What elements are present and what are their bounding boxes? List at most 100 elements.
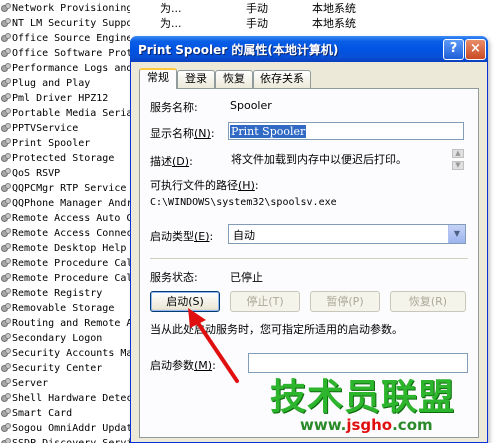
tab-general[interactable]: 常规 bbox=[139, 68, 177, 89]
service-startup-type: 手动 bbox=[246, 17, 268, 30]
service-name: Shell Hardware Detecti bbox=[12, 393, 130, 404]
start-params-label: 启动参数(M): bbox=[150, 359, 216, 372]
path-label: 可执行文件的路径(H): bbox=[150, 179, 259, 192]
gear-icon bbox=[1, 138, 11, 148]
service-name: Server bbox=[12, 378, 49, 389]
gear-icon bbox=[1, 273, 11, 283]
startup-type-label: 启动类型(E): bbox=[150, 230, 214, 243]
description-field[interactable]: 将文件加载到内存中以便迟后打印。 bbox=[228, 149, 466, 179]
service-name: Portable Media Serial N bbox=[12, 108, 130, 119]
gear-icon bbox=[1, 183, 11, 193]
resume-button[interactable]: 恢复(R) bbox=[390, 291, 466, 312]
startup-type-select[interactable]: 自动 ▼ bbox=[228, 224, 466, 244]
dialog-titlebar[interactable]: Print Spooler 的属性(本地计算机) ? × bbox=[130, 36, 488, 62]
service-startup-type: 手动 bbox=[246, 2, 268, 15]
display-name-label: 显示名称(N): bbox=[150, 127, 215, 140]
gear-icon bbox=[1, 363, 11, 373]
gear-icon bbox=[1, 123, 11, 133]
service-name: Remote Registry bbox=[12, 288, 103, 299]
service-name: Security Accounts Mana bbox=[12, 348, 130, 359]
service-name-label: 服务名称: bbox=[150, 101, 198, 114]
service-name: Removable Storage bbox=[12, 303, 115, 314]
gear-icon bbox=[1, 438, 11, 443]
gear-icon bbox=[1, 303, 11, 313]
service-name: Remote Access Auto Con bbox=[12, 213, 130, 224]
scroll-down-icon[interactable]: ▼ bbox=[452, 161, 464, 170]
gear-icon bbox=[1, 423, 11, 433]
service-name: Routing and Remote Acc bbox=[12, 318, 130, 329]
gear-icon bbox=[1, 48, 11, 58]
display-name-value: Print Spooler bbox=[230, 125, 307, 138]
gear-icon bbox=[1, 213, 11, 223]
service-name: NT LM Security Support ... bbox=[12, 18, 130, 29]
service-name: PPTVService bbox=[12, 123, 79, 134]
service-name: Remote Desktop Help Se bbox=[12, 243, 130, 254]
watermark-url: www.jsgho.com bbox=[300, 416, 433, 434]
service-name: Protected Storage bbox=[12, 153, 115, 164]
gear-icon bbox=[1, 333, 11, 343]
service-name: QoS RSVP bbox=[12, 168, 61, 179]
service-name: Office Source Engine bbox=[12, 33, 130, 44]
gear-icon bbox=[1, 288, 11, 298]
gear-icon bbox=[1, 93, 11, 103]
tab-recovery[interactable]: 恢复 bbox=[215, 70, 253, 88]
chevron-down-icon[interactable]: ▼ bbox=[448, 225, 465, 243]
service-name: Security Center bbox=[12, 363, 103, 374]
gear-icon bbox=[1, 198, 11, 208]
gear-icon bbox=[1, 33, 11, 43]
gear-icon bbox=[1, 348, 11, 358]
help-button[interactable]: ? bbox=[443, 39, 464, 60]
service-logon-as: 本地系统 bbox=[312, 17, 356, 30]
gear-icon bbox=[1, 63, 11, 73]
tab-logon[interactable]: 登录 bbox=[177, 70, 215, 88]
service-name: QQPhone Manager Androi bbox=[12, 198, 130, 209]
gear-icon bbox=[1, 228, 11, 238]
description-value: 将文件加载到内存中以便迟后打印。 bbox=[231, 153, 407, 166]
gear-icon bbox=[1, 258, 11, 268]
watermark-logo: 技术员联盟 www.jsgho.com bbox=[266, 368, 496, 443]
service-name: Smart Card bbox=[12, 408, 73, 419]
service-row[interactable]: Network Provisioning Se... 为... 手动 本地系统 bbox=[0, 1, 500, 16]
gear-icon bbox=[1, 243, 11, 253]
service-name: Print Spooler bbox=[12, 138, 91, 149]
service-logon-as: 本地系统 bbox=[312, 2, 356, 15]
startup-type-value: 自动 bbox=[233, 229, 255, 242]
status-value: 已停止 bbox=[230, 271, 263, 284]
gear-icon bbox=[1, 153, 11, 163]
service-name: Network Provisioning Se... bbox=[12, 3, 130, 14]
service-name: Plug and Play bbox=[12, 78, 91, 89]
gear-icon bbox=[1, 168, 11, 178]
gear-icon bbox=[1, 393, 11, 403]
service-name: Sogou OmniAddr Update S bbox=[12, 423, 130, 434]
service-description: 为... bbox=[160, 17, 182, 30]
status-label: 服务状态: bbox=[150, 271, 198, 284]
service-name: Remote Procedure Call bbox=[12, 273, 130, 284]
watermark-text: 技术员联盟 bbox=[270, 377, 456, 418]
gear-icon bbox=[1, 108, 11, 118]
tab-dependencies[interactable]: 依存关系 bbox=[253, 70, 311, 88]
service-name: Remote Procedure Call bbox=[12, 258, 130, 269]
service-description: 为... bbox=[160, 2, 182, 15]
service-name: Performance Logs and A bbox=[12, 63, 130, 74]
service-name-value: Spooler bbox=[230, 99, 272, 112]
stop-button[interactable]: 停止(T) bbox=[230, 291, 300, 312]
scroll-up-icon[interactable]: ▲ bbox=[452, 149, 464, 158]
pause-button[interactable]: 暂停(P) bbox=[310, 291, 380, 312]
start-button[interactable]: 启动(S) bbox=[150, 291, 220, 312]
start-params-hint: 当从此处启动服务时，您可指定所适用的启动参数。 bbox=[150, 323, 403, 336]
service-name: QQPCMgr RTP Service bbox=[12, 183, 127, 194]
gear-icon bbox=[1, 378, 11, 388]
gear-icon bbox=[1, 318, 11, 328]
service-name: SSDP Discovery Service bbox=[12, 436, 130, 443]
service-row[interactable]: NT LM Security Support ... 为... 手动 本地系统 bbox=[0, 16, 500, 31]
gear-icon bbox=[1, 18, 11, 28]
path-value: C:\WINDOWS\system32\spoolsv.exe bbox=[150, 197, 337, 208]
dialog-title: Print Spooler 的属性(本地计算机) bbox=[138, 43, 339, 57]
service-name: Remote Access Connecti bbox=[12, 228, 130, 239]
gear-icon bbox=[1, 3, 11, 13]
service-name: Office Software Protec bbox=[12, 48, 130, 59]
display-name-field[interactable]: Print Spooler bbox=[228, 122, 464, 140]
divider bbox=[150, 258, 468, 259]
close-button[interactable]: × bbox=[465, 39, 486, 60]
gear-icon bbox=[1, 408, 11, 418]
